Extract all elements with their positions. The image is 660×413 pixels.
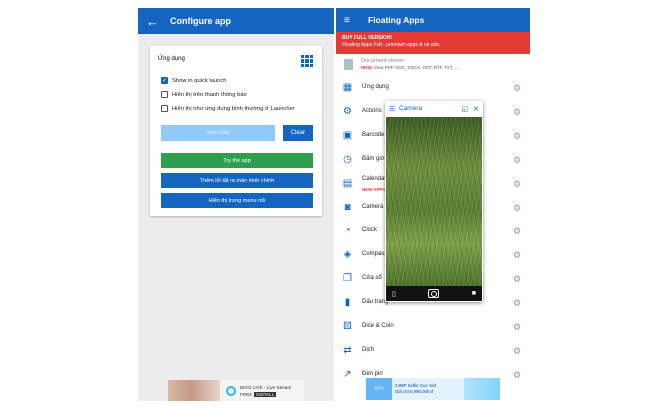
- settings-gear-icon[interactable]: ⚙: [513, 179, 521, 189]
- settings-gear-icon[interactable]: ⚙: [513, 83, 521, 93]
- new-apps-badge: NEW APPS!: [362, 186, 387, 192]
- document-viewer-item[interactable]: Document viewer NEW! View PDF, DOC, DOCX…: [344, 58, 458, 70]
- icon-color-button[interactable]: Icon color: [161, 125, 275, 141]
- clear-button[interactable]: Clear: [283, 125, 313, 141]
- settings-gear-icon[interactable]: ⚙: [513, 155, 521, 165]
- ad-line-2: Giá chỉ 5.990.000 đ: [395, 389, 434, 394]
- ad-logo-icon: [226, 385, 236, 396]
- settings-gear-icon[interactable]: ⚙: [513, 226, 521, 236]
- app-list-item[interactable]: ⚄ Dice & Coin ⚙: [336, 315, 530, 339]
- add-shortcut-button[interactable]: Thêm lối tắt ra màn hình chính: [161, 173, 313, 188]
- ad-brand: V7+: [366, 378, 392, 400]
- ad-banner[interactable]: V7+ 24MP Selfie Cực Nét Giá chỉ 5.990.00…: [366, 378, 500, 400]
- ad-image: [168, 380, 220, 401]
- settings-gear-icon[interactable]: ⚙: [513, 298, 521, 308]
- video-icon[interactable]: ■: [472, 290, 476, 297]
- app-list-item-label: Đèn pin: [362, 370, 383, 377]
- ad-text: BIGO LIVE - Live Stream FREE INSTALL: [240, 385, 291, 397]
- close-icon[interactable]: ✕: [473, 105, 479, 113]
- settings-gear-icon[interactable]: ⚙: [513, 107, 521, 117]
- app-list-item-label: Dice & Coin: [362, 323, 394, 329]
- compass-icon: ◈: [343, 249, 352, 261]
- app-list-item-label: Bấm giờ: [362, 155, 385, 162]
- flashlight-icon: ↗: [343, 368, 352, 380]
- configure-app-screen: ← Configure app Ứng dụng ✓ Show in quick…: [138, 8, 334, 401]
- app-list-item-label: Clock: [362, 227, 378, 234]
- document-formats: View PDF, DOC, DOCX, ODT, RTF, TXT, ...: [373, 65, 459, 70]
- settings-gear-icon[interactable]: ⚙: [513, 203, 521, 213]
- screenshot: ← Configure app Ứng dụng ✓ Show in quick…: [0, 0, 660, 413]
- ad-free-label: FREE: [240, 391, 253, 397]
- document-icon: [344, 59, 353, 70]
- app-list-item-label: Ứng dụng: [362, 84, 389, 90]
- new-badge: NEW!: [361, 65, 373, 70]
- app-list-item-label: Actions: [362, 107, 382, 114]
- camera-controls: ▯ ■: [386, 286, 482, 301]
- page-title: Configure app: [170, 16, 231, 26]
- app-grid-icon[interactable]: [301, 55, 313, 67]
- app-list-item-label: Barcode: [362, 131, 385, 138]
- app-list-item[interactable]: ▦ Ứng dụng ⚙: [336, 76, 530, 100]
- option-show-quick-launch[interactable]: ✓ Show in quick launch: [161, 77, 226, 84]
- promo-subtitle: Floating Apps Full - premium apps & no a…: [342, 41, 441, 48]
- settings-gear-icon[interactable]: ⚙: [513, 250, 521, 260]
- document-viewer-subtitle: NEW! View PDF, DOC, DOCX, ODT, RTF, TXT,…: [361, 65, 458, 70]
- ad-image: [464, 378, 500, 400]
- option-label: Hiển thị trên thanh thông báo: [172, 91, 247, 98]
- checkbox-unchecked-icon[interactable]: [161, 105, 168, 112]
- app-list-item-label: Compass: [362, 251, 388, 258]
- camera-preview[interactable]: [386, 117, 482, 286]
- clock-icon: ◔: [344, 225, 351, 237]
- config-card: Ứng dụng ✓ Show in quick launch Hiển thị…: [150, 46, 322, 216]
- ad-banner[interactable]: BIGO LIVE - Live Stream FREE INSTALL: [168, 380, 304, 401]
- app-name-label: Ứng dụng: [158, 56, 185, 62]
- app-bar: ← Configure app: [138, 8, 334, 34]
- window-menu-icon[interactable]: ☰: [389, 105, 399, 113]
- stopwatch-icon: ◷: [343, 153, 352, 165]
- option-show-notification[interactable]: Hiển thị trên thanh thông báo: [161, 91, 247, 98]
- translate-icon: ⇄: [343, 344, 352, 356]
- camera-icon: ◙: [344, 201, 351, 213]
- gallery-icon[interactable]: ▯: [392, 290, 396, 298]
- page-title: Floating Apps: [368, 15, 425, 25]
- settings-gear-icon[interactable]: ⚙: [513, 322, 521, 332]
- hamburger-menu-icon[interactable]: ≡: [344, 15, 358, 26]
- app-list-item[interactable]: ⇄ Dịch ⚙: [336, 339, 530, 363]
- grid-icon: ▦: [342, 82, 353, 93]
- document-viewer-title: Document viewer: [361, 58, 405, 64]
- camera-window-title: Camera: [399, 105, 423, 112]
- ad-install-button[interactable]: INSTALL: [254, 391, 277, 397]
- app-list-item-label: Camera: [362, 203, 384, 210]
- option-show-launcher[interactable]: Hiển thị như ứng dụng bình thường ở Laun…: [161, 105, 295, 112]
- settings-gear-icon[interactable]: ⚙: [513, 274, 521, 284]
- ad-text: 24MP Selfie Cực Nét Giá chỉ 5.990.000 đ: [392, 383, 439, 395]
- dice-icon: ⚄: [343, 321, 352, 332]
- show-in-menu-button[interactable]: Hiển thị trong menu nổi: [161, 193, 313, 208]
- shutter-button-icon[interactable]: [428, 289, 440, 298]
- option-label: Show in quick launch: [172, 77, 227, 84]
- settings-gear-icon[interactable]: ⚙: [513, 370, 521, 380]
- settings-gear-icon[interactable]: ⚙: [513, 346, 521, 356]
- window-icon: ❐: [343, 273, 352, 285]
- ad-title: BIGO LIVE - Live Stream: [240, 384, 292, 390]
- checkbox-checked-icon[interactable]: ✓: [161, 77, 168, 84]
- app-bar: ≡ Floating Apps: [336, 8, 530, 32]
- actions-icon: ⚙: [343, 105, 352, 117]
- camera-window-titlebar[interactable]: ☰ Camera ◱ ✕: [385, 101, 483, 116]
- settings-gear-icon[interactable]: ⚙: [513, 131, 521, 141]
- try-app-button[interactable]: Try the app: [161, 153, 313, 168]
- back-arrow-icon[interactable]: ←: [146, 14, 164, 29]
- bookmark-icon: ▮: [344, 297, 351, 309]
- app-list-item-label: Dịch: [362, 346, 375, 353]
- minimize-window-icon[interactable]: ◱: [462, 105, 469, 113]
- buy-full-version-banner[interactable]: BUY FULL VERSION! Floating Apps Full - p…: [336, 32, 530, 54]
- barcode-icon: ▣: [342, 129, 353, 141]
- checkbox-unchecked-icon[interactable]: [161, 91, 168, 98]
- calendar-icon: ▤: [342, 177, 353, 189]
- app-list-item-label: Calendar: [362, 175, 387, 182]
- app-list-item-label: Cửa sổ: [362, 275, 382, 282]
- option-label: Hiển thị như ứng dụng bình thường ở Laun…: [172, 105, 295, 112]
- floating-camera-window[interactable]: ☰ Camera ◱ ✕ ▯ ■: [385, 101, 483, 302]
